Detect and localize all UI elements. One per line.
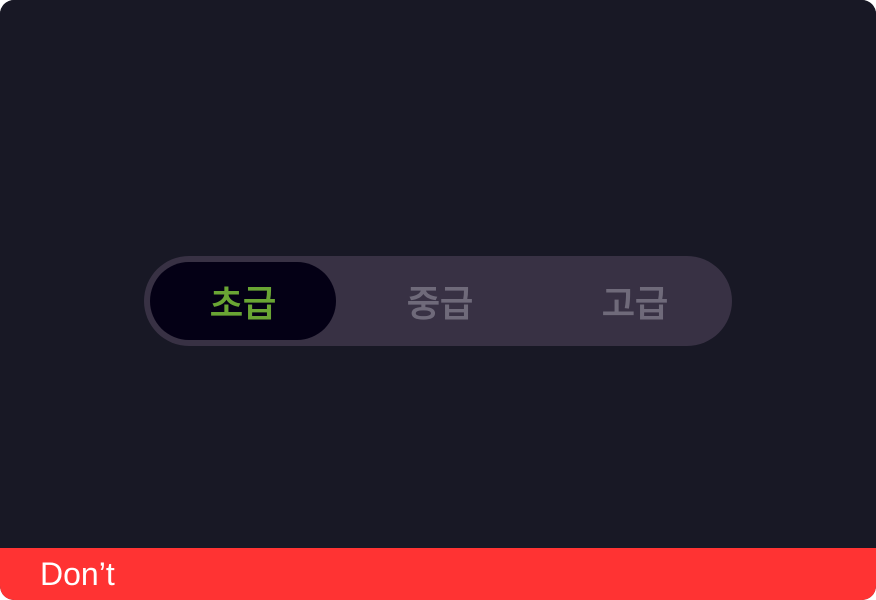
segment-advanced[interactable]: 고급 <box>544 262 726 340</box>
segment-intermediate[interactable]: 중급 <box>336 262 544 340</box>
dont-label: Don’t <box>40 556 115 592</box>
level-segmented-control: 초급 중급 고급 <box>144 256 732 346</box>
segment-beginner[interactable]: 초급 <box>150 262 336 340</box>
example-frame: 초급 중급 고급 Don’t <box>0 0 876 600</box>
dont-label-bar: Don’t <box>0 548 876 600</box>
preview-stage: 초급 중급 고급 <box>0 0 876 548</box>
